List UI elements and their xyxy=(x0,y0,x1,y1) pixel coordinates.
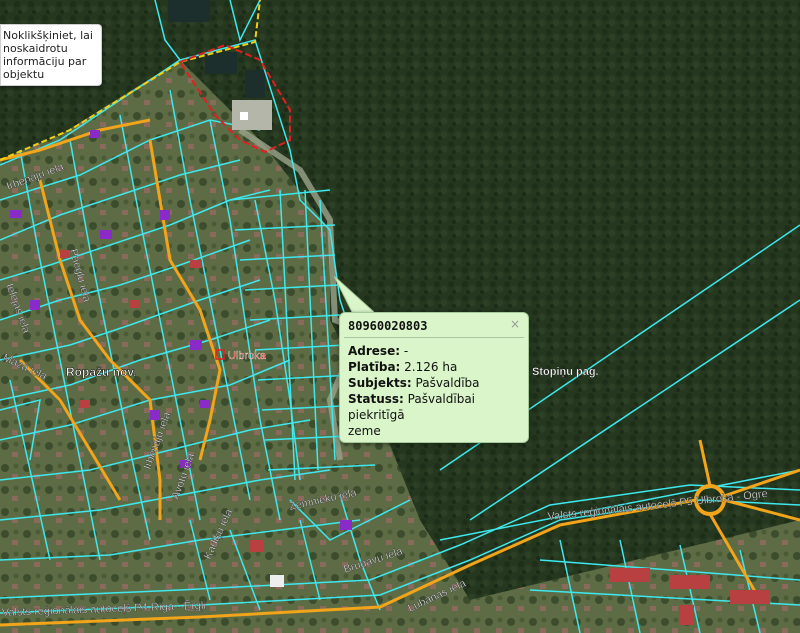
click-hint-box: Noklikšķiniet, lai noskaidrotu informāci… xyxy=(0,24,102,86)
pond xyxy=(168,0,210,22)
hint-line: Noklikšķiniet, lai xyxy=(3,29,93,42)
municipality-label-ropazu: Ropažu nov. xyxy=(66,365,136,379)
pond xyxy=(205,52,237,74)
field-status-cont: zeme xyxy=(348,424,381,438)
field-subject: Subjekts: Pašvaldība xyxy=(348,376,480,390)
hint-line: informāciju par xyxy=(3,55,87,68)
place-label-ulbroka: Ulbroka xyxy=(228,350,267,362)
field-address: Adrese: - xyxy=(348,344,409,358)
close-icon[interactable]: × xyxy=(510,317,520,331)
building xyxy=(232,100,272,130)
field-status: Statuss: Pašvaldībai piekritīgā xyxy=(348,392,476,422)
hint-line: objektu xyxy=(3,68,45,81)
cadastral-number: 80960020803 xyxy=(348,319,428,333)
field-area: Platība: 2.126 ha xyxy=(348,360,458,374)
parcel-info-popup: 80960020803 × Adrese: - Platība: 2.126 h… xyxy=(339,312,529,443)
parcel-details: Adrese: - Platība: 2.126 ha Subjekts: Pa… xyxy=(348,343,522,439)
building xyxy=(240,112,248,120)
pond xyxy=(245,70,265,98)
parish-label-stopinu: Stopiņu pag. xyxy=(532,366,599,378)
divider xyxy=(344,337,524,338)
hint-line: noskaidrotu xyxy=(3,42,68,55)
